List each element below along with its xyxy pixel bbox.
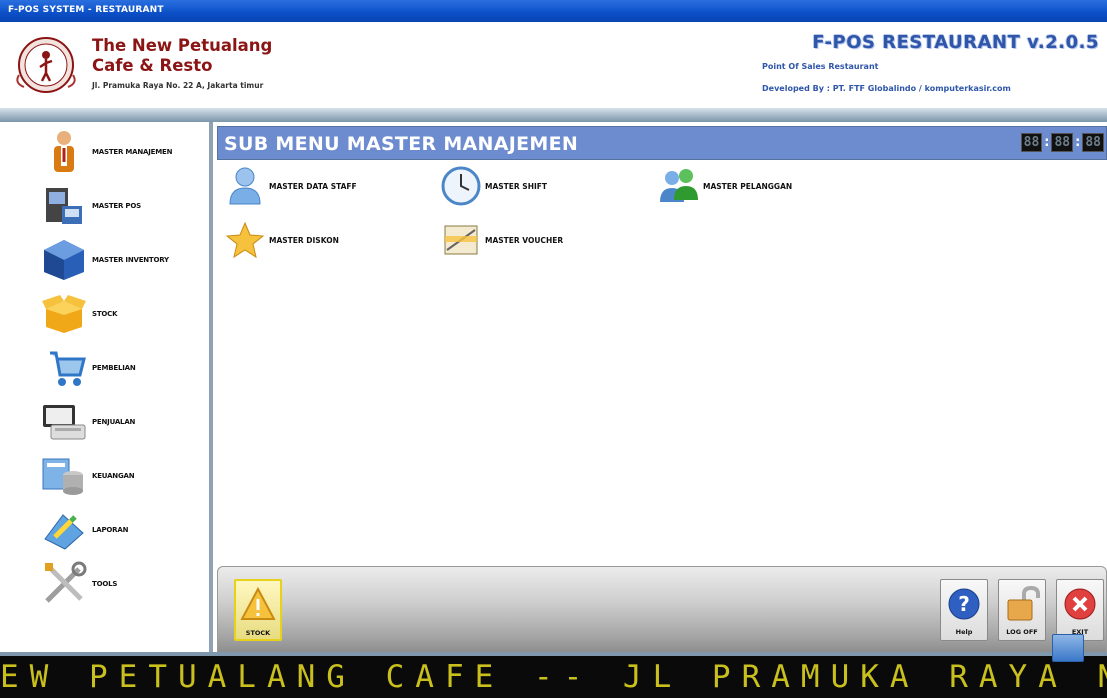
bottom-toolbar: STOCK ? Help LOG OFF EXIT xyxy=(217,566,1107,654)
voucher-icon xyxy=(439,218,483,262)
stock-box-icon xyxy=(38,290,90,338)
submenu-label: MASTER VOUCHER xyxy=(485,235,564,245)
report-icon xyxy=(38,506,90,554)
sidebar-item-laporan[interactable]: LAPORAN xyxy=(0,504,205,556)
customers-icon xyxy=(657,164,701,208)
submenu-label: MASTER DISKON xyxy=(269,235,339,245)
stock-shortcut-button[interactable]: STOCK xyxy=(234,579,282,641)
clock-separator: : xyxy=(1044,135,1050,150)
sidebar-item-label: MASTER POS xyxy=(92,202,141,210)
header-separator xyxy=(0,108,1107,122)
sidebar-item-master-manajemen[interactable]: MASTER MANAJEMEN xyxy=(0,126,205,178)
svg-text:?: ? xyxy=(958,592,970,616)
pos-application-window: F-POS SYSTEM - RESTAURANT The New Petual… xyxy=(0,0,1107,698)
inventory-box-icon xyxy=(38,236,90,284)
tools-icon xyxy=(38,560,90,608)
marquee-text: EW PETUALANG CAFE -- JL PRAMUKA RAYA NO … xyxy=(0,659,1107,695)
sidebar-item-penjualan[interactable]: PENJUALAN xyxy=(0,396,205,448)
app-header: The New Petualang Cafe & Resto Jl. Pramu… xyxy=(0,22,1107,108)
staff-person-icon xyxy=(223,164,267,208)
company-name-line1: The New Petualang xyxy=(92,36,273,55)
help-button[interactable]: ? Help xyxy=(940,579,988,641)
submenu-label: MASTER SHIFT xyxy=(485,181,548,191)
sidebar-item-master-inventory[interactable]: MASTER INVENTORY xyxy=(0,234,205,286)
sidebar-item-master-pos[interactable]: MASTER POS xyxy=(0,180,205,232)
submenu-master-shift[interactable]: MASTER SHIFT xyxy=(439,164,547,208)
window-title-bar[interactable]: F-POS SYSTEM - RESTAURANT xyxy=(0,0,1107,22)
window-title: F-POS SYSTEM - RESTAURANT xyxy=(8,5,164,15)
stock-button-label: STOCK xyxy=(245,629,271,637)
restaurant-logo-icon xyxy=(16,37,76,93)
submenu-master-voucher[interactable]: MASTER VOUCHER xyxy=(439,218,563,262)
help-button-label: Help xyxy=(955,628,973,636)
padlock-icon xyxy=(1002,584,1042,624)
company-address: Jl. Pramuka Raya No. 22 A, Jakarta timur xyxy=(92,81,264,90)
clock-icon xyxy=(439,164,483,208)
submenu-master-pelanggan[interactable]: MASTER PELANGGAN xyxy=(657,164,792,208)
submenu-master-diskon[interactable]: MASTER DISKON xyxy=(223,218,339,262)
sidebar-item-label: PEMBELIAN xyxy=(92,364,136,372)
log-off-button[interactable]: LOG OFF xyxy=(998,579,1046,641)
help-icon: ? xyxy=(944,584,984,624)
developer-credit: Developed By : PT. FTF Globalindo / komp… xyxy=(762,84,1011,93)
sidebar-item-label: KEUANGAN xyxy=(92,472,135,480)
sidebar-item-pembelian[interactable]: PEMBELIAN xyxy=(0,342,205,394)
star-icon xyxy=(223,218,267,262)
main-panel: SUB MENU MASTER MANAJEMEN 88 : 88 : 88 M… xyxy=(209,122,1107,654)
sidebar-item-label: STOCK xyxy=(92,310,118,318)
clock-seconds: 88 xyxy=(1082,133,1104,152)
sidebar-menu: MASTER MANAJEMEN MASTER POS MASTER INVEN… xyxy=(0,122,205,652)
sidebar-item-label: PENJUALAN xyxy=(92,418,136,426)
exit-button[interactable]: EXIT xyxy=(1056,579,1104,641)
log-off-button-label: LOG OFF xyxy=(1006,628,1038,636)
app-title: F-POS RESTAURANT v.2.0.5 xyxy=(812,32,1099,53)
clock-minutes: 88 xyxy=(1051,133,1074,152)
pos-terminal-icon xyxy=(38,182,90,230)
manager-person-icon xyxy=(38,128,90,176)
sidebar-item-keuangan[interactable]: KEUANGAN xyxy=(0,450,205,502)
screen-mode-icon[interactable] xyxy=(1052,634,1084,662)
submenu-label: MASTER PELANGGAN xyxy=(703,181,793,191)
finance-database-icon xyxy=(38,452,90,500)
shopping-cart-icon xyxy=(38,344,90,392)
sidebar-item-label: TOOLS xyxy=(92,580,118,588)
clock-separator: : xyxy=(1075,135,1081,150)
company-name-line2: Cafe & Resto xyxy=(92,56,213,75)
sidebar-item-stock[interactable]: STOCK xyxy=(0,288,205,340)
sidebar-item-label: MASTER INVENTORY xyxy=(92,256,169,264)
digital-clock: 88 : 88 : 88 xyxy=(1020,133,1104,152)
clock-hours: 88 xyxy=(1020,133,1043,152)
status-marquee-bar: EW PETUALANG CAFE -- JL PRAMUKA RAYA NO … xyxy=(0,652,1107,698)
sidebar-item-label: LAPORAN xyxy=(92,526,129,534)
submenu-label: MASTER DATA STAFF xyxy=(269,181,357,191)
sidebar-item-tools[interactable]: TOOLS xyxy=(0,558,205,610)
warning-icon xyxy=(238,585,278,625)
submenu-header: SUB MENU MASTER MANAJEMEN 88 : 88 : 88 xyxy=(217,126,1107,160)
sales-monitor-icon xyxy=(38,398,90,446)
submenu-title: SUB MENU MASTER MANAJEMEN xyxy=(224,133,579,155)
app-subtitle: Point Of Sales Restaurant xyxy=(762,62,879,71)
sidebar-item-label: MASTER MANAJEMEN xyxy=(92,148,173,156)
submenu-master-data-staff[interactable]: MASTER DATA STAFF xyxy=(223,164,357,208)
close-icon xyxy=(1060,584,1100,624)
